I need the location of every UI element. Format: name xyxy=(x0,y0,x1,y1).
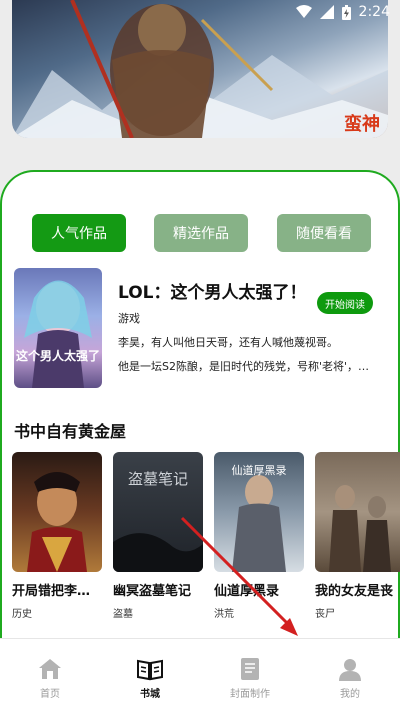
book-item[interactable]: 开局错把李世… 历史 xyxy=(12,452,102,620)
book-item[interactable]: 仙道厚黑录 仙道厚黑录 洪荒 xyxy=(214,452,304,620)
book-cover-icon xyxy=(200,657,300,681)
book-item[interactable]: 盗墓笔记 幽冥盗墓笔记 盗墓 xyxy=(113,452,203,620)
nav-home-label: 首页 xyxy=(40,689,60,700)
nav-home[interactable]: 首页 xyxy=(0,657,100,700)
banner-watermark: 蛮神 xyxy=(344,113,380,135)
section-title: 书中自有黄金屋 xyxy=(14,422,127,441)
nav-cover-maker-label: 封面制作 xyxy=(230,689,270,700)
home-icon xyxy=(0,657,100,681)
book-cover-title: 盗墓笔记 xyxy=(128,470,188,488)
book-genre: 丧尸 xyxy=(315,609,335,620)
book-title[interactable]: 我的女友是丧 xyxy=(315,580,400,599)
nav-profile-label: 我的 xyxy=(340,689,360,700)
featured-book-description-line-1: 李昊，有人叫他日天哥，还有人喊他蔑视哥。 xyxy=(118,336,338,349)
book-open-icon xyxy=(100,657,200,681)
tab-popular[interactable]: 人气作品 xyxy=(32,214,126,252)
signal-icon xyxy=(319,5,334,19)
book-cover[interactable] xyxy=(315,452,400,572)
book-cover-title: 仙道厚黑录 xyxy=(232,463,287,477)
featured-book[interactable]: 这个男人太强了 LOL：这个男人太强了！ 开始阅读 游戏 李昊，有人叫他日天哥，… xyxy=(14,268,380,392)
book-title[interactable]: 幽冥盗墓笔记 xyxy=(113,580,203,599)
nav-bookstore[interactable]: 书城 xyxy=(100,657,200,700)
book-title[interactable]: 开局错把李世… xyxy=(12,580,102,599)
category-tabs: 人气作品 精选作品 随便看看 xyxy=(2,214,398,254)
start-reading-button[interactable]: 开始阅读 xyxy=(317,292,373,314)
featured-book-genre: 游戏 xyxy=(118,312,140,325)
book-cover[interactable] xyxy=(12,452,102,572)
book-genre: 洪荒 xyxy=(214,609,234,620)
nav-cover-maker[interactable]: 封面制作 xyxy=(200,657,300,700)
nav-bookstore-label: 书城 xyxy=(140,689,160,700)
book-genre: 历史 xyxy=(12,609,32,620)
featured-book-cover[interactable]: 这个男人太强了 xyxy=(14,268,102,388)
status-time: 2:24 xyxy=(358,4,390,20)
book-cover[interactable]: 盗墓笔记 xyxy=(113,452,203,572)
book-item[interactable]: 我的女友是丧 丧尸 xyxy=(315,452,400,620)
book-list: 开局错把李世… 历史 盗墓笔记 幽冥盗墓笔记 盗墓 仙道厚黑录 仙道厚黑录 洪荒 xyxy=(12,452,400,622)
book-title[interactable]: 仙道厚黑录 xyxy=(214,580,304,599)
featured-book-description-line-2: 他是一坛S2陈酿，是旧时代的残党，号称'老将'，在联… xyxy=(118,360,380,373)
user-icon xyxy=(300,657,400,681)
tab-random[interactable]: 随便看看 xyxy=(277,214,371,252)
tab-selected[interactable]: 精选作品 xyxy=(154,214,248,252)
wifi-icon xyxy=(295,5,312,19)
battery-icon xyxy=(341,4,351,20)
nav-profile[interactable]: 我的 xyxy=(300,657,400,700)
bottom-navigation: 首页 书城 封面制作 我的 xyxy=(0,638,400,712)
status-bar: 2:24 xyxy=(0,0,400,24)
book-cover[interactable]: 仙道厚黑录 xyxy=(214,452,304,572)
featured-cover-title: 这个男人太强了 xyxy=(16,348,100,363)
book-genre: 盗墓 xyxy=(113,609,133,620)
featured-book-title[interactable]: LOL：这个男人太强了！ xyxy=(118,278,307,303)
